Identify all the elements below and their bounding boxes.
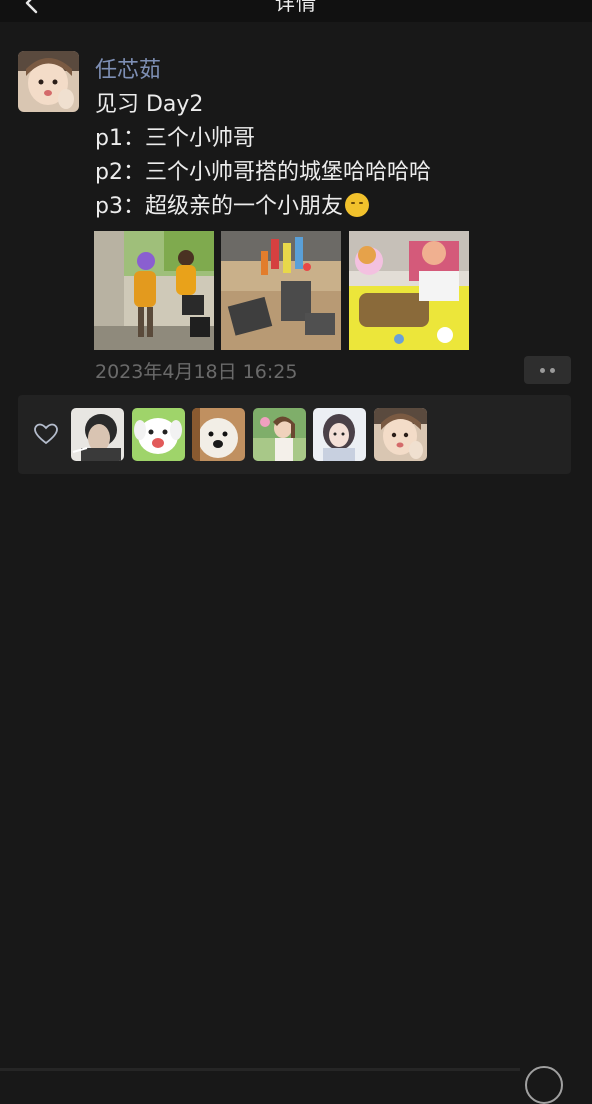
page-title: 详情 [275, 0, 317, 15]
author-avatar[interactable] [18, 51, 79, 112]
post-photo-3[interactable] [349, 231, 469, 350]
heart-icon [34, 423, 58, 445]
more-dots-icon [550, 368, 555, 373]
liker-avatar[interactable] [71, 408, 124, 461]
author-name[interactable]: 任芯茹 [95, 52, 161, 84]
post-line-text: p3：超级亲的一个小朋友 [95, 194, 343, 219]
more-button[interactable] [524, 356, 571, 384]
liker-avatar[interactable] [374, 408, 427, 461]
post-photo-1[interactable] [94, 231, 214, 350]
likes-panel [18, 395, 571, 474]
liker-avatar[interactable] [132, 408, 185, 461]
more-dots-icon [540, 368, 545, 373]
bottom-action-icon[interactable] [525, 1066, 563, 1104]
post-line: p1：三个小帅哥 [95, 126, 255, 151]
post-line: p3：超级亲的一个小朋友 [95, 190, 431, 224]
liker-avatar[interactable] [253, 408, 306, 461]
post-photo-2[interactable] [221, 231, 341, 350]
post-line: p2：三个小帅哥搭的城堡哈哈哈哈 [95, 160, 431, 185]
post-line: 见习 Day2 [95, 92, 204, 117]
liker-avatar[interactable] [192, 408, 245, 461]
liker-avatar[interactable] [313, 408, 366, 461]
bottom-divider [0, 1068, 520, 1071]
smiling-face-emoji-icon [344, 193, 369, 217]
post-text: 见习 Day2 p1：三个小帅哥 p2：三个小帅哥搭的城堡哈哈哈哈 p3：超级亲… [95, 88, 431, 224]
nav-bar: 详情 [0, 0, 592, 22]
post-timestamp: 2023年4月18日 16:25 [95, 361, 298, 383]
